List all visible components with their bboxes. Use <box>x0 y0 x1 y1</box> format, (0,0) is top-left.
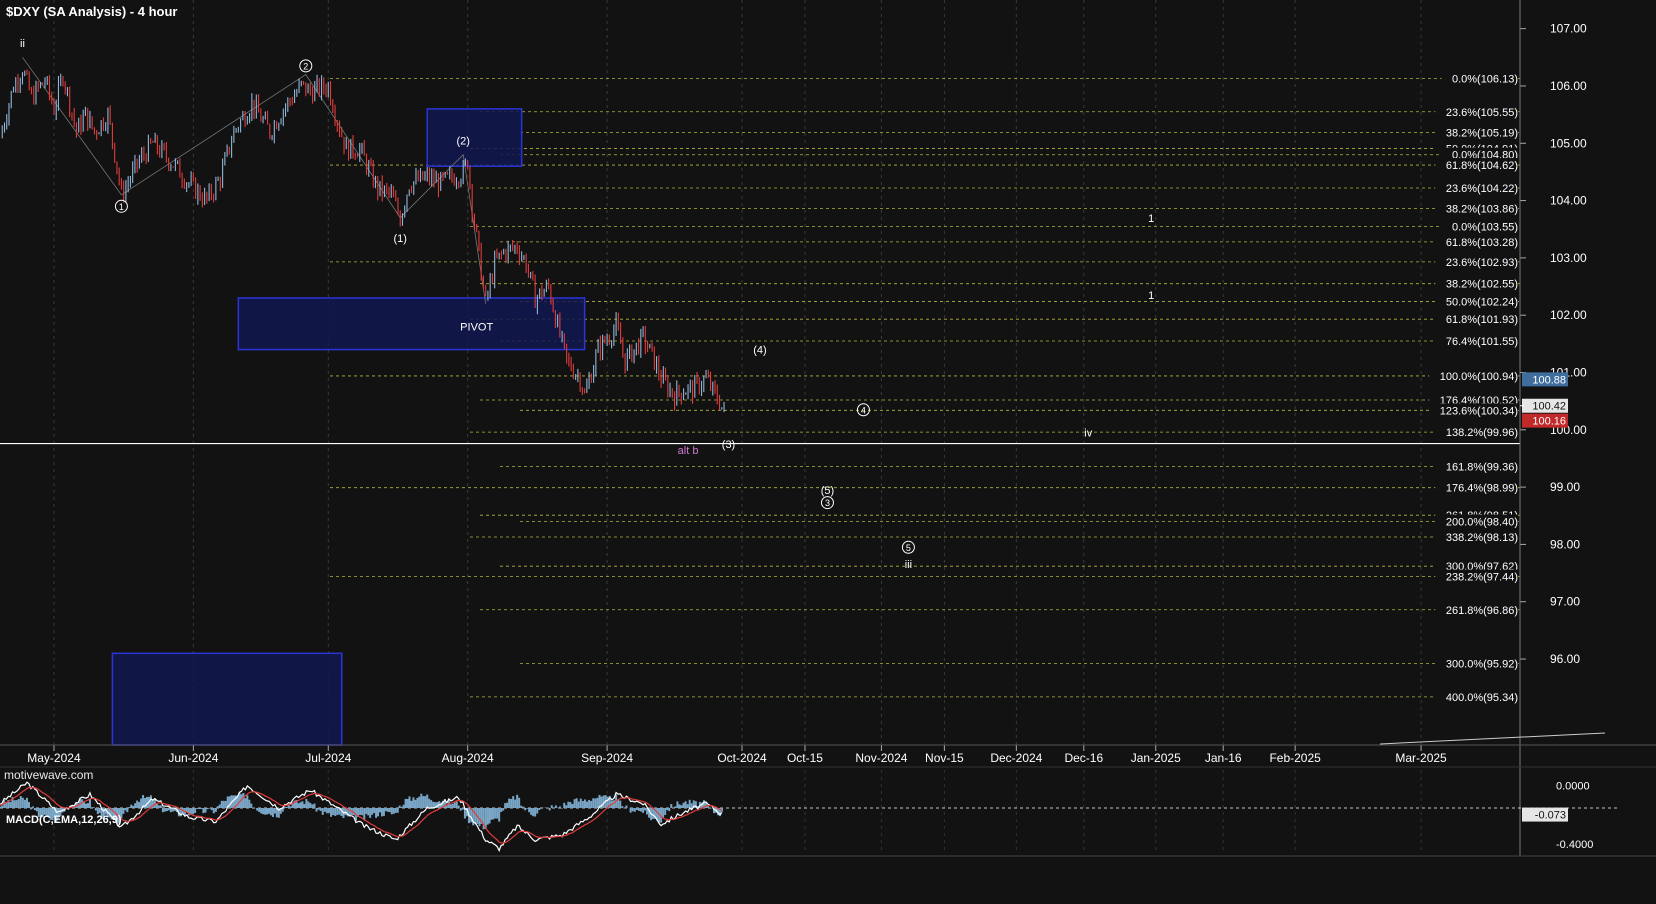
macd-tick-label: -0.4000 <box>1556 839 1593 851</box>
fib-label: 61.8%(104.62) <box>1446 160 1518 172</box>
fib-label: 200.0%(98.40) <box>1446 517 1518 529</box>
wave-label: 1 <box>1148 213 1154 225</box>
y-tick-label: 98.00 <box>1550 537 1580 551</box>
price-badge-label: 100.42 <box>1532 401 1566 413</box>
macd-title: MACD(C,EMA,12,26,9) <box>6 814 122 826</box>
fib-label: 23.6%(102.93) <box>1446 257 1518 269</box>
wave-label: ii <box>20 38 25 50</box>
y-tick-label: 99.00 <box>1550 480 1580 494</box>
fib-label: 300.0%(95.92) <box>1446 659 1518 671</box>
y-tick-label: 96.00 <box>1550 652 1580 666</box>
pivot-zone <box>111 652 343 746</box>
x-tick-label: Feb-2025 <box>1269 751 1321 765</box>
y-tick-label: 105.00 <box>1550 136 1587 150</box>
fib-label: 61.8%(103.28) <box>1446 237 1518 249</box>
wave-label: (3) <box>722 439 735 451</box>
fib-label: 238.2%(97.44) <box>1446 572 1518 584</box>
fib-label: 23.6%(105.55) <box>1446 107 1518 119</box>
wave-label: PIVOT <box>460 322 493 334</box>
x-tick-label: Aug-2024 <box>442 751 494 765</box>
wave-label: 1 <box>119 202 124 212</box>
x-tick-label: Dec-16 <box>1064 751 1103 765</box>
price-badge-label: 100.88 <box>1532 374 1566 386</box>
fib-label: 176.4%(98.99) <box>1446 483 1518 495</box>
wave-label: (1) <box>394 233 407 245</box>
fib-label: 100.0%(100.94) <box>1440 371 1518 383</box>
wave-label: 1 <box>1148 290 1154 302</box>
fib-label: 76.4%(101.55) <box>1446 336 1518 348</box>
pivot-zone <box>426 108 523 167</box>
macd-badge-label: -0.073 <box>1535 810 1566 822</box>
x-tick-label: Jul-2024 <box>305 751 351 765</box>
fib-label: 50.0%(102.24) <box>1446 296 1518 308</box>
fib-label: 0.0%(103.55) <box>1452 221 1518 233</box>
chart-title: $DXY (SA Analysis) - 4 hour <box>6 4 178 19</box>
pivot-zone <box>237 297 586 351</box>
wave-label: 2 <box>303 61 308 71</box>
fib-label: 38.2%(105.19) <box>1446 127 1518 139</box>
x-tick-label: Oct-2024 <box>717 751 767 765</box>
y-tick-label: 106.00 <box>1550 79 1587 93</box>
x-tick-label: Oct-15 <box>787 751 823 765</box>
y-tick-label: 103.00 <box>1550 251 1587 265</box>
price-badge-label: 100.16 <box>1532 416 1566 428</box>
wave-label: 3 <box>825 498 830 508</box>
fib-label: 123.6%(100.34) <box>1440 405 1518 417</box>
watermark: motivewave.com <box>4 768 94 782</box>
fib-label: 138.2%(99.96) <box>1446 427 1518 439</box>
x-tick-label: Nov-2024 <box>855 751 907 765</box>
fib-label: 261.8%(96.86) <box>1446 605 1518 617</box>
x-tick-label: May-2024 <box>27 751 81 765</box>
y-tick-label: 97.00 <box>1550 595 1580 609</box>
wave-label: alt b <box>678 445 699 457</box>
wave-label: 5 <box>906 543 911 553</box>
macd-tick-label: 0.0000 <box>1556 781 1590 793</box>
wave-label: (5) <box>821 485 834 497</box>
fib-label: 23.6%(104.22) <box>1446 183 1518 195</box>
chart-background <box>0 0 1656 904</box>
price-chart[interactable]: 0.0%(106.13)23.6%(105.55)38.2%(105.19)50… <box>0 0 1656 904</box>
y-tick-label: 104.00 <box>1550 194 1587 208</box>
x-tick-label: Sep-2024 <box>581 751 633 765</box>
fib-label: 0.0%(106.13) <box>1452 74 1518 86</box>
fib-label: 338.2%(98.13) <box>1446 532 1518 544</box>
x-tick-label: Nov-15 <box>925 751 964 765</box>
fib-label: 400.0%(95.34) <box>1446 692 1518 704</box>
wave-label: (4) <box>753 345 766 357</box>
x-tick-label: Mar-2025 <box>1395 751 1447 765</box>
fib-label: 161.8%(99.36) <box>1446 461 1518 473</box>
y-tick-label: 102.00 <box>1550 308 1587 322</box>
wave-label: iv <box>1084 428 1092 440</box>
x-tick-label: Jun-2024 <box>168 751 218 765</box>
wave-label: 4 <box>861 405 866 415</box>
fib-label: 38.2%(103.86) <box>1446 204 1518 216</box>
fib-label: 38.2%(102.55) <box>1446 279 1518 291</box>
wave-label: (2) <box>456 135 469 147</box>
x-tick-label: Jan-2025 <box>1131 751 1181 765</box>
wave-label: iii <box>905 559 912 571</box>
fib-label: 61.8%(101.93) <box>1446 314 1518 326</box>
x-tick-label: Jan-16 <box>1205 751 1242 765</box>
x-tick-label: Dec-2024 <box>990 751 1042 765</box>
y-tick-label: 107.00 <box>1550 22 1587 36</box>
